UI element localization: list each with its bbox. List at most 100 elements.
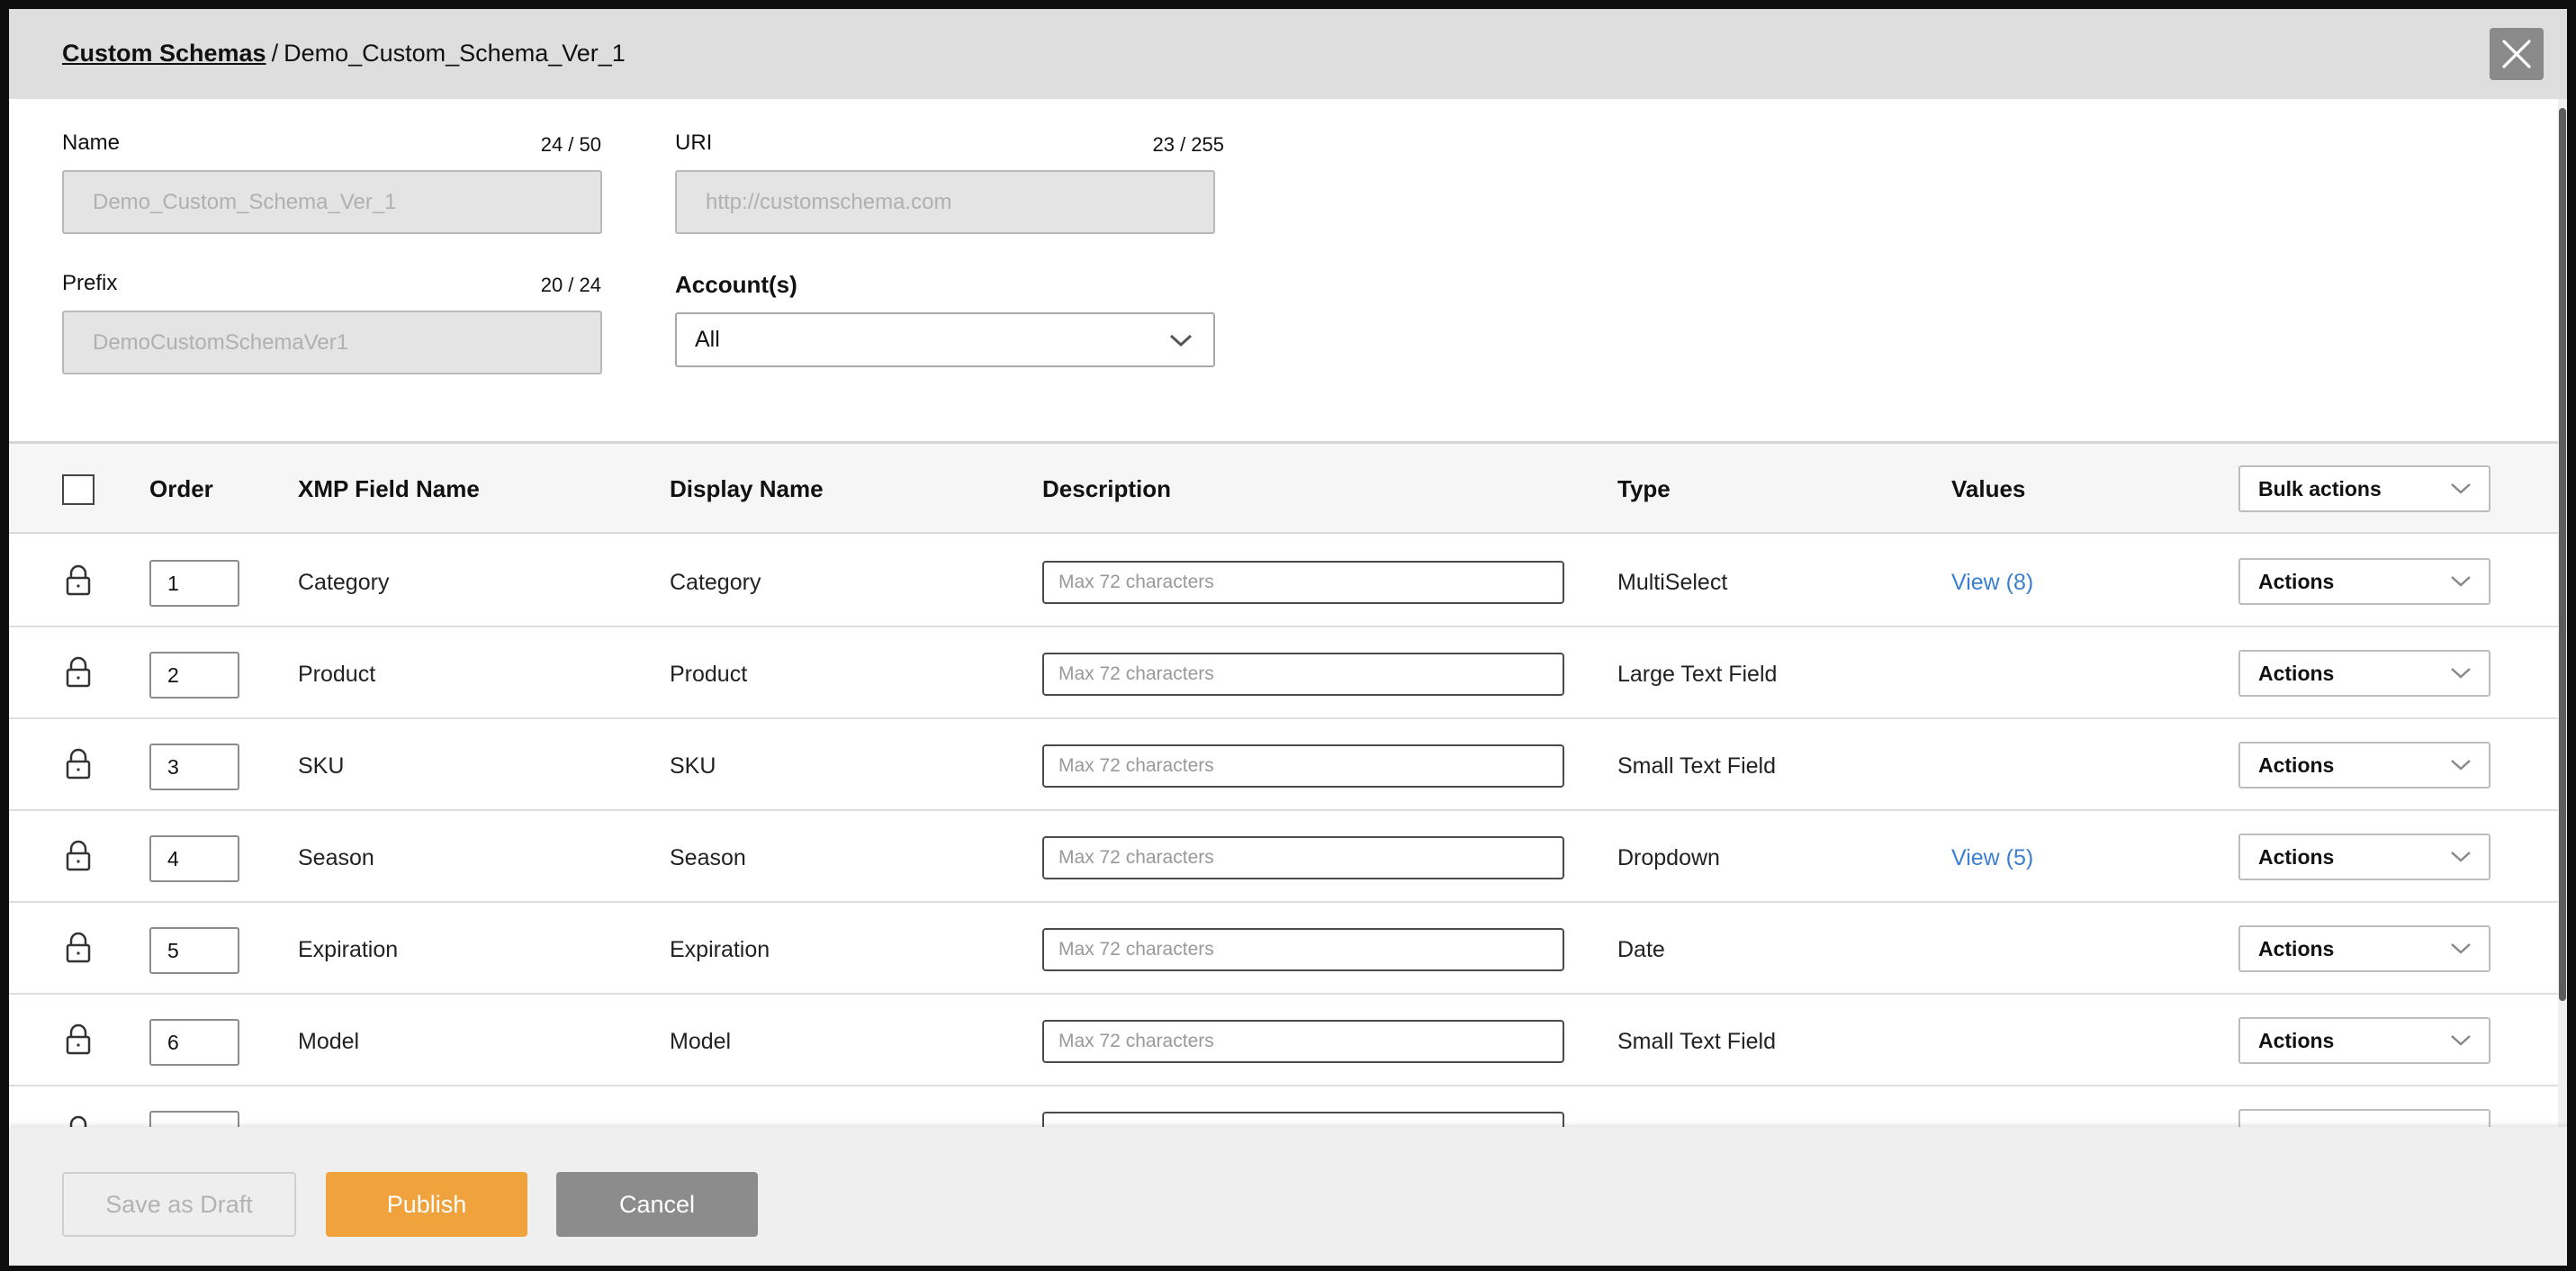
- order-value: 3: [167, 754, 179, 779]
- actions-select[interactable]: Actions: [2238, 925, 2490, 972]
- order-input[interactable]: 1: [149, 560, 239, 607]
- modal-footer: Save as Draft Publish Cancel: [9, 1127, 2567, 1266]
- table-row: 6 Model Model Max 72 characters Small Text F…: [9, 995, 2558, 1086]
- name-counter: 24 / 50: [540, 133, 601, 156]
- uri-input[interactable]: http://customschema.com: [675, 170, 1215, 234]
- lock-icon: [66, 748, 91, 780]
- actions-label: Actions: [2258, 936, 2335, 960]
- order-input[interactable]: 2: [149, 652, 239, 699]
- actions-select[interactable]: Actions: [2238, 834, 2490, 880]
- chevron-down-icon: [2451, 1035, 2471, 1046]
- field-type: MultiSelect: [1617, 570, 1728, 595]
- breadcrumb-separator: /: [271, 40, 279, 67]
- prefix-label: Prefix: [62, 271, 118, 295]
- display-name: Product: [670, 662, 748, 687]
- table-row: 4 Season Season Max 72 characters Dropdown Vi…: [9, 811, 2558, 903]
- values-link[interactable]: View (5): [1951, 845, 2033, 871]
- header-xmp-field-name: XMP Field Name: [298, 475, 480, 502]
- publish-button[interactable]: Publish: [326, 1172, 527, 1237]
- custom-schema-modal: Custom Schemas / Demo_Custom_Schema_Ver_1 …: [9, 9, 2567, 1266]
- table-header: Order XMP Field Name Display Name Descri…: [9, 444, 2558, 534]
- xmp-field-name: Model: [298, 1029, 360, 1054]
- lock-icon: [66, 932, 91, 963]
- field-type: Small Text Field: [1617, 753, 1776, 779]
- actions-label: Actions: [2258, 844, 2335, 869]
- header-description: Description: [1042, 475, 1172, 502]
- description-input[interactable]: Max 72 characters: [1042, 653, 1564, 696]
- lock-icon: [66, 840, 91, 871]
- accounts-label: Account(s): [675, 271, 797, 298]
- header-values: Values: [1951, 475, 2026, 502]
- table-row: 1 Category Category Max 72 characters MultiS…: [9, 536, 2558, 627]
- prefix-input[interactable]: DemoCustomSchemaVer1: [62, 311, 602, 374]
- table-row: 5 Expiration Expiration Max 72 characters Da…: [9, 903, 2558, 995]
- field-type: Small Text Field: [1617, 1029, 1776, 1054]
- chevron-down-icon: [2451, 483, 2471, 494]
- header-order: Order: [149, 475, 213, 502]
- accounts-selected-value: All: [695, 327, 720, 352]
- breadcrumb-link-custom-schemas[interactable]: Custom Schemas: [62, 40, 266, 67]
- order-value: 6: [167, 1030, 179, 1054]
- order-value: 2: [167, 663, 179, 687]
- field-type: Date: [1617, 937, 1665, 962]
- xmp-field-name: SKU: [298, 753, 345, 779]
- order-value: 4: [167, 846, 179, 870]
- description-input[interactable]: Max 72 characters: [1042, 836, 1564, 879]
- table-row: 3 SKU SKU Max 72 characters Small Text Field…: [9, 719, 2558, 811]
- header-type: Type: [1617, 475, 1671, 502]
- table-row: 2 Product Product Max 72 characters Large Te…: [9, 627, 2558, 719]
- order-input[interactable]: 4: [149, 835, 239, 882]
- actions-label: Actions: [2258, 569, 2335, 593]
- actions-label: Actions: [2258, 753, 2335, 777]
- actions-select[interactable]: Actions: [2238, 742, 2490, 789]
- order-input[interactable]: 6: [149, 1019, 239, 1066]
- values-link[interactable]: View (8): [1951, 570, 2033, 596]
- xmp-field-name: Category: [298, 570, 390, 595]
- display-name: Expiration: [670, 937, 770, 962]
- chevron-down-icon: [1169, 334, 1193, 347]
- select-all-checkbox[interactable]: [62, 474, 95, 505]
- uri-label: URI: [675, 131, 713, 155]
- breadcrumb-current: Demo_Custom_Schema_Ver_1: [284, 40, 626, 67]
- modal-header: Custom Schemas / Demo_Custom_Schema_Ver_1: [9, 9, 2567, 99]
- bulk-actions-select[interactable]: Bulk actions: [2238, 465, 2490, 512]
- description-input[interactable]: Max 72 characters: [1042, 744, 1564, 788]
- chevron-down-icon: [2451, 668, 2471, 679]
- display-name: Season: [670, 845, 746, 870]
- xmp-field-name: Season: [298, 845, 374, 870]
- scrollbar-thumb[interactable]: [2559, 108, 2566, 1001]
- order-value: 5: [167, 938, 179, 962]
- actions-select[interactable]: Actions: [2238, 558, 2490, 605]
- chevron-down-icon: [2451, 943, 2471, 954]
- fields-table: Order XMP Field Name Display Name Descri…: [9, 441, 2558, 1136]
- name-input[interactable]: Demo_Custom_Schema_Ver_1: [62, 170, 602, 234]
- actions-label: Actions: [2258, 661, 2335, 685]
- xmp-field-name: Product: [298, 662, 376, 687]
- actions-select[interactable]: Actions: [2238, 1017, 2490, 1064]
- actions-label: Actions: [2258, 1028, 2335, 1052]
- save-as-draft-button[interactable]: Save as Draft: [62, 1172, 296, 1237]
- breadcrumb: Custom Schemas / Demo_Custom_Schema_Ver_1: [62, 40, 626, 68]
- description-input[interactable]: Max 72 characters: [1042, 928, 1564, 971]
- header-display-name: Display Name: [670, 475, 824, 502]
- order-input[interactable]: 5: [149, 927, 239, 974]
- description-input[interactable]: Max 72 characters: [1042, 561, 1564, 604]
- order-value: 1: [167, 571, 179, 595]
- field-type: Large Text Field: [1617, 662, 1778, 687]
- bulk-actions-label: Bulk actions: [2258, 476, 2382, 500]
- actions-select[interactable]: Actions: [2238, 650, 2490, 697]
- cancel-button[interactable]: Cancel: [556, 1172, 758, 1237]
- display-name: Category: [670, 570, 761, 595]
- prefix-counter: 20 / 24: [540, 274, 601, 296]
- close-button[interactable]: [2490, 28, 2544, 80]
- chevron-down-icon: [2451, 852, 2471, 862]
- chevron-down-icon: [2451, 760, 2471, 771]
- field-type: Dropdown: [1617, 845, 1720, 870]
- uri-counter: 23 / 255: [1152, 133, 1224, 156]
- accounts-select[interactable]: All: [675, 312, 1215, 367]
- description-input[interactable]: Max 72 characters: [1042, 1020, 1564, 1063]
- order-input[interactable]: 3: [149, 744, 239, 790]
- close-icon: [2502, 40, 2531, 68]
- display-name: SKU: [670, 753, 716, 779]
- lock-icon: [66, 656, 91, 688]
